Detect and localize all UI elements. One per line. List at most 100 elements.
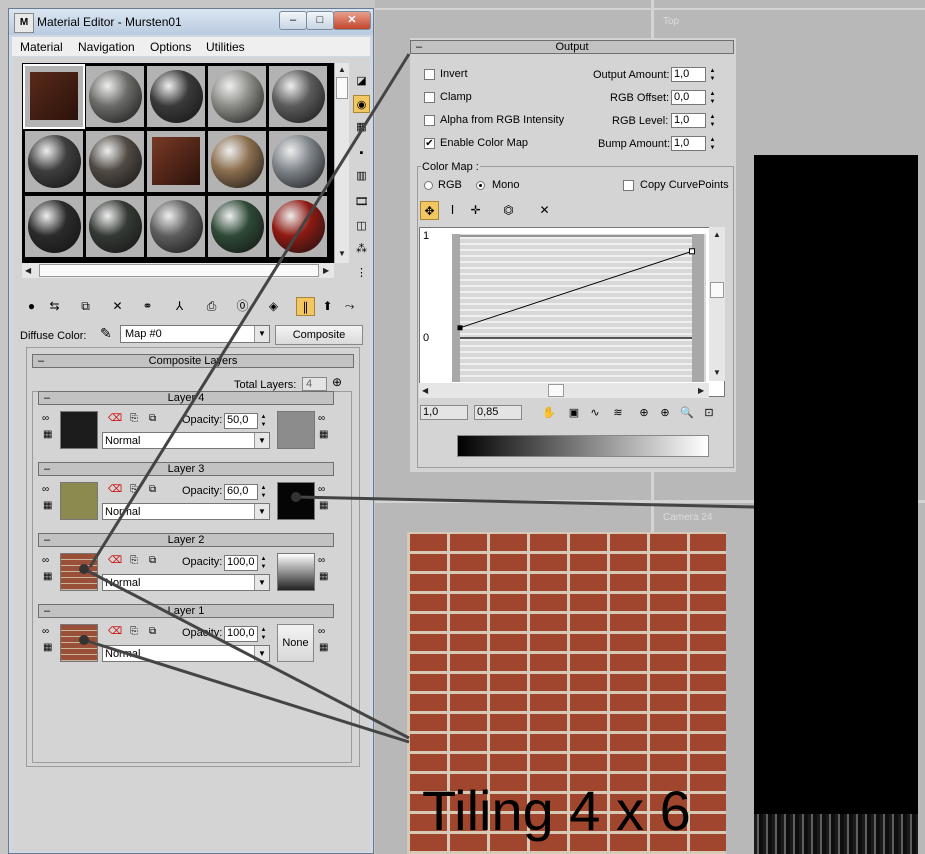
go-to-parent-icon[interactable]: ⬆ bbox=[318, 297, 337, 316]
get-material-icon[interactable]: ● bbox=[22, 297, 41, 316]
delete-point-icon[interactable]: ✕ bbox=[535, 201, 554, 220]
rgb-radio[interactable] bbox=[424, 181, 433, 190]
move-point-icon[interactable]: ✥ bbox=[420, 201, 439, 220]
alpha-from-rgb-checkbox[interactable] bbox=[424, 115, 435, 126]
mask-texture-swatch[interactable] bbox=[277, 482, 315, 520]
rename-layer-icon[interactable]: ⎘ bbox=[130, 555, 138, 566]
zoom-horizontally-icon[interactable]: ⊕ bbox=[635, 404, 653, 422]
blend-mode-dropdown[interactable]: Normal ▼ bbox=[102, 503, 270, 520]
point-x-field[interactable]: 1,0 bbox=[420, 405, 468, 420]
mask-visibility-icon[interactable]: ∞ bbox=[318, 555, 325, 566]
bump-amount-field[interactable]: 1,0 bbox=[671, 136, 706, 151]
opacity-field[interactable]: 50,0 bbox=[224, 413, 258, 429]
title-bar[interactable]: M Material Editor - Mursten01 – □ ✕ bbox=[9, 9, 373, 35]
menu-utilities[interactable]: Utilities bbox=[206, 40, 245, 54]
enable-color-map-checkbox[interactable]: ✔ bbox=[424, 138, 435, 149]
material-slot[interactable] bbox=[208, 131, 266, 192]
material-slot[interactable] bbox=[269, 66, 327, 127]
layer-rollout-header[interactable]: – Layer 1 bbox=[38, 604, 334, 618]
color-correct-icon[interactable]: ▦ bbox=[43, 642, 52, 653]
visibility-icon[interactable]: ∞ bbox=[42, 626, 49, 637]
duplicate-layer-icon[interactable]: ⧉ bbox=[149, 413, 156, 424]
delete-layer-icon[interactable]: ⌫ bbox=[108, 413, 122, 424]
delete-layer-icon[interactable]: ⌫ bbox=[108, 484, 122, 495]
reset-map-icon[interactable]: ⏣ bbox=[499, 201, 518, 220]
go-forward-to-sibling-icon[interactable]: ⤳ bbox=[340, 297, 359, 316]
menu-options[interactable]: Options bbox=[150, 40, 191, 54]
duplicate-layer-icon[interactable]: ⧉ bbox=[149, 555, 156, 566]
clamp-checkbox[interactable] bbox=[424, 92, 435, 103]
minimize-button[interactable]: – bbox=[279, 11, 307, 30]
rgb-level-field[interactable]: 1,0 bbox=[671, 113, 706, 128]
delete-layer-icon[interactable]: ⌫ bbox=[108, 555, 122, 566]
output-rollout-header[interactable]: – Output bbox=[410, 40, 734, 54]
material-slot[interactable] bbox=[269, 131, 327, 192]
layer-texture-swatch[interactable] bbox=[60, 553, 98, 591]
color-correct-icon[interactable]: ▦ bbox=[43, 571, 52, 582]
rgb-offset-field[interactable]: 0,0 bbox=[671, 90, 706, 105]
opacity-spinner[interactable]: ▲ ▼ bbox=[259, 413, 268, 429]
zoom-horizontal-extents-icon[interactable]: ∿ bbox=[586, 404, 604, 422]
reset-map-icon[interactable]: ✕ bbox=[108, 297, 127, 316]
color-correct-icon[interactable]: ▦ bbox=[43, 429, 52, 440]
show-end-result-icon[interactable]: ∥ bbox=[296, 297, 315, 316]
zoom-vertically-icon[interactable]: ⊕ bbox=[656, 404, 674, 422]
material-slot[interactable] bbox=[147, 131, 205, 192]
output-amount-field[interactable]: 1,0 bbox=[671, 67, 706, 82]
zoom-extents-icon[interactable]: ▣ bbox=[565, 404, 583, 422]
material-slot[interactable] bbox=[25, 131, 83, 192]
mask-none-button[interactable]: None bbox=[277, 624, 314, 662]
material-slot[interactable] bbox=[86, 196, 144, 257]
material-slot[interactable] bbox=[269, 196, 327, 257]
blend-mode-dropdown[interactable]: Normal ▼ bbox=[102, 574, 270, 591]
layer-texture-swatch[interactable] bbox=[60, 411, 98, 449]
mono-radio[interactable] bbox=[476, 181, 485, 190]
blend-mode-dropdown[interactable]: Normal ▼ bbox=[102, 432, 270, 449]
rename-layer-icon[interactable]: ⎘ bbox=[130, 626, 138, 637]
sample-uv-tiling-icon[interactable]: ▪ bbox=[353, 144, 370, 162]
pan-icon[interactable]: ✋ bbox=[540, 404, 558, 422]
add-layer-icon[interactable]: ⊕ bbox=[332, 375, 342, 389]
rename-layer-icon[interactable]: ⎘ bbox=[130, 484, 138, 495]
put-material-to-scene-icon[interactable]: ⇆ bbox=[45, 297, 64, 316]
layer-rollout-header[interactable]: – Layer 3 bbox=[38, 462, 334, 476]
rgb-offset-spinner[interactable]: ▲ ▼ bbox=[708, 90, 717, 106]
blend-mode-dropdown[interactable]: Normal ▼ bbox=[102, 645, 270, 662]
mask-visibility-icon[interactable]: ∞ bbox=[318, 626, 325, 637]
opacity-spinner[interactable]: ▲ ▼ bbox=[259, 484, 268, 500]
invert-checkbox[interactable] bbox=[424, 69, 435, 80]
material-map-options-icon[interactable]: ◫ bbox=[353, 217, 370, 235]
menu-navigation[interactable]: Navigation bbox=[78, 40, 135, 54]
material-slot[interactable] bbox=[208, 196, 266, 257]
map-type-button[interactable]: Composite bbox=[275, 325, 363, 345]
rgb-level-spinner[interactable]: ▲ ▼ bbox=[708, 113, 717, 129]
opacity-field[interactable]: 100,0 bbox=[224, 626, 258, 642]
delete-layer-icon[interactable]: ⌫ bbox=[108, 626, 122, 637]
eyedropper-icon[interactable]: ✎ bbox=[100, 325, 112, 342]
mask-visibility-icon[interactable]: ∞ bbox=[318, 413, 325, 424]
add-point-icon[interactable]: ✛ bbox=[466, 201, 485, 220]
material-slot[interactable] bbox=[86, 131, 144, 192]
video-color-check-icon[interactable]: ▥ bbox=[353, 167, 370, 185]
layer-texture-swatch[interactable] bbox=[60, 482, 98, 520]
menu-material[interactable]: Material bbox=[20, 40, 63, 54]
put-to-library-icon[interactable]: ⎙ bbox=[202, 297, 221, 316]
visibility-icon[interactable]: ∞ bbox=[42, 555, 49, 566]
mask-texture-swatch[interactable] bbox=[277, 553, 315, 591]
opacity-field[interactable]: 60,0 bbox=[224, 484, 258, 500]
visibility-icon[interactable]: ∞ bbox=[42, 484, 49, 495]
select-by-material-icon[interactable]: ⁂ bbox=[353, 240, 370, 258]
material-slot[interactable] bbox=[147, 196, 205, 257]
material-slot[interactable] bbox=[86, 66, 144, 127]
mask-color-correct-icon[interactable]: ▦ bbox=[319, 642, 328, 653]
rename-layer-icon[interactable]: ⎘ bbox=[130, 413, 138, 424]
make-preview-icon[interactable]: 🎞 bbox=[353, 193, 370, 211]
opacity-spinner[interactable]: ▲ ▼ bbox=[259, 555, 268, 571]
scale-point-icon[interactable]: Ⅰ bbox=[443, 201, 462, 220]
layer-rollout-header[interactable]: – Layer 4 bbox=[38, 391, 334, 405]
material-slot[interactable] bbox=[147, 66, 205, 127]
slots-horizontal-scrollbar[interactable]: ◀ ▶ bbox=[22, 263, 334, 278]
mask-texture-swatch[interactable] bbox=[277, 411, 315, 449]
sample-type-icon[interactable]: ◪ bbox=[353, 72, 370, 90]
show-map-in-viewport-icon[interactable]: ◈ bbox=[264, 297, 283, 316]
